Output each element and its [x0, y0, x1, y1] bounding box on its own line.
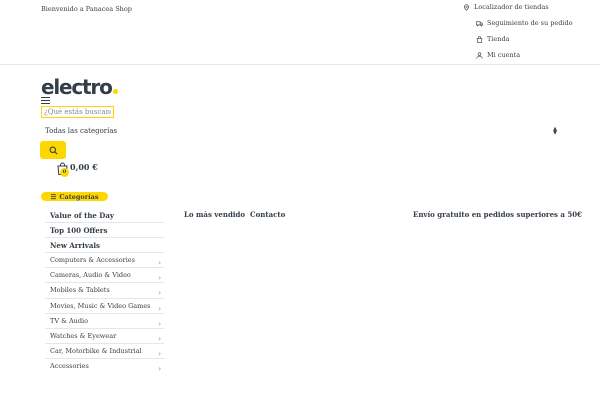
store-locator-label: Localizador de tiendas [474, 3, 549, 11]
category-item[interactable]: Car, Motorbike & Industrial › [45, 344, 164, 359]
truck-icon [476, 20, 483, 26]
logo-text: electro [41, 75, 113, 99]
category-select-value: Todas las categorías [45, 126, 118, 135]
category-item[interactable]: Cameras, Audio & Video › [45, 268, 164, 284]
shop-link[interactable]: Tienda [476, 35, 509, 43]
track-order-label: Seguimiento de su pedido [487, 19, 573, 27]
search-icon [49, 146, 57, 154]
shop-label: Tienda [487, 35, 510, 43]
logo-dot [112, 89, 118, 94]
track-order-link[interactable]: Seguimiento de su pedido [476, 19, 573, 27]
category-item[interactable]: Mobiles & Tablets › [45, 283, 164, 299]
topbar-divider [0, 64, 600, 65]
site-logo[interactable]: electro [41, 77, 118, 97]
chevron-right-icon: › [158, 364, 161, 373]
category-item[interactable]: New Arrivals [45, 238, 164, 254]
map-pin-icon [464, 3, 469, 11]
category-item[interactable]: TV & Audio › [45, 314, 164, 329]
categories-toggle[interactable]: ☰ Categorías [41, 192, 108, 201]
category-select[interactable]: Todas las categorías ▲ ▼ [45, 125, 557, 136]
cart-count-badge: 0 [60, 168, 69, 177]
free-shipping-notice: Envío gratuito en pedidos superiores a 5… [413, 210, 583, 219]
my-account-link[interactable]: Mi cuenta [476, 51, 520, 59]
category-item[interactable]: Movies, Music & Video Games › [45, 299, 164, 314]
my-account-label: Mi cuenta [487, 51, 521, 59]
list-icon: ☰ [50, 192, 57, 201]
welcome-text: Bienvenido a Panacea Shop [41, 5, 132, 13]
categories-label: Categorías [59, 192, 99, 201]
nav-contact[interactable]: Contacto [250, 210, 285, 219]
store-locator-link[interactable]: Localizador de tiendas [463, 3, 549, 11]
category-item[interactable]: Top 100 Offers [45, 223, 164, 239]
cart-total: 0,00 € [70, 162, 98, 172]
select-arrows-icon: ▲ ▼ [553, 125, 557, 136]
search-button[interactable] [40, 141, 66, 159]
category-item[interactable]: Watches & Eyewear › [45, 329, 164, 344]
menu-toggle-icon[interactable] [41, 97, 50, 104]
category-item[interactable]: Value of the Day [45, 208, 164, 224]
category-list: Value of the Day Top 100 Offers New Arri… [45, 208, 164, 374]
category-item[interactable]: Computers & Accessories › [45, 253, 164, 269]
user-icon [476, 51, 483, 59]
category-item[interactable]: Accessories › [45, 359, 164, 374]
nav-best-sellers[interactable]: Lo más vendido [184, 210, 245, 219]
bag-icon [476, 35, 483, 43]
search-input[interactable] [41, 106, 114, 118]
